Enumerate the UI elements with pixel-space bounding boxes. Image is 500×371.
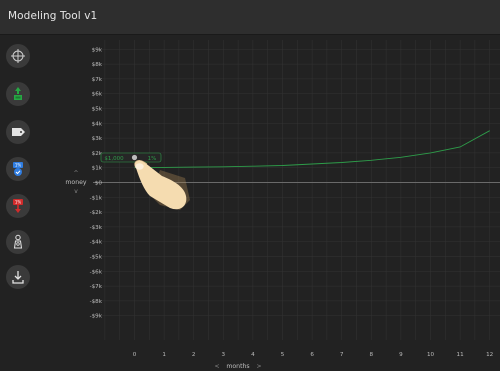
x-axis-ticks: 0 1 2 3 4 5 6 7 8 9 10 11 12	[133, 352, 494, 358]
y-tick-label: -$6k	[90, 269, 103, 275]
x-axis-right-arrow[interactable]: >	[256, 363, 261, 370]
start-point-handle[interactable]	[131, 154, 138, 161]
y-axis-down-arrow[interactable]: v	[74, 188, 78, 195]
x-tick-label: 8	[370, 352, 374, 358]
x-tick-label: 0	[133, 352, 137, 358]
x-tick-label: 2	[192, 352, 196, 358]
x-tick-label: 3	[222, 352, 226, 358]
y-tick-label: -$9k	[90, 314, 103, 320]
y-tick-label: $5k	[92, 107, 103, 113]
y-tick-label: $4k	[92, 121, 103, 127]
x-tick-label: 10	[427, 352, 435, 358]
y-axis-ticks: $9k$8k$7k$6k$5k$4k$3k$2k$1k$0-$1k-$2k-$3…	[90, 47, 103, 319]
rate-label: 1%	[148, 156, 157, 162]
x-tick-label: 4	[251, 352, 255, 358]
x-axis-left-arrow[interactable]: <	[214, 363, 219, 370]
y-tick-label: -$7k	[90, 284, 103, 290]
y-tick-label: -$4k	[90, 240, 103, 246]
y-tick-label: -$2k	[90, 210, 103, 216]
y-tick-label: $9k	[92, 47, 103, 53]
x-tick-label: 11	[457, 352, 465, 358]
y-tick-label: -$5k	[90, 255, 103, 261]
x-tick-label: 6	[310, 352, 314, 358]
y-tick-label: $6k	[92, 92, 103, 98]
x-tick-label: 12	[486, 352, 493, 358]
y-tick-label: $7k	[92, 77, 103, 83]
start-value-label: $1,000	[104, 156, 124, 162]
start-point-annotation[interactable]: $1,000 1%	[100, 152, 162, 163]
y-tick-label: $0	[95, 181, 103, 187]
x-axis-label: months	[226, 363, 249, 370]
y-tick-label: $3k	[92, 136, 103, 142]
y-tick-label: $1k	[92, 166, 103, 172]
y-tick-label: -$8k	[90, 299, 103, 305]
y-axis-label: money	[65, 179, 87, 186]
y-tick-label: -$3k	[90, 225, 103, 231]
y-tick-label: -$1k	[90, 195, 103, 201]
y-tick-label: $8k	[92, 62, 103, 68]
x-tick-label: 7	[340, 352, 344, 358]
x-tick-label: 5	[281, 352, 285, 358]
chart-area[interactable]: $9k$8k$7k$6k$5k$4k$3k$2k$1k$0-$1k-$2k-$3…	[0, 0, 500, 371]
y-axis-up-arrow[interactable]: ^	[73, 170, 78, 177]
x-tick-label: 1	[162, 352, 166, 358]
x-tick-label: 9	[399, 352, 403, 358]
